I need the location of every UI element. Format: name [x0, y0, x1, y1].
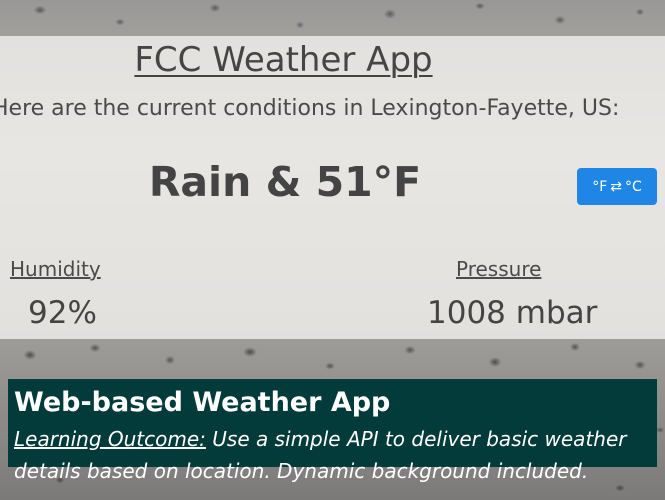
pressure-label: Pressure: [456, 257, 542, 281]
unit-from-label: °F: [592, 178, 608, 195]
current-conditions: Rain & 51°F: [148, 158, 422, 206]
learning-outcome-label: Learning Outcome:: [14, 427, 206, 451]
pressure-value: 1008 mbar: [427, 295, 598, 331]
project-info-box: Web-based Weather App Learning Outcome: …: [8, 379, 657, 483]
project-heading: Web-based Weather App: [14, 387, 391, 418]
humidity-value: 92%: [28, 295, 97, 331]
unit-to-label: °C: [625, 178, 642, 195]
project-description: Learning Outcome: Use a simple API to de…: [14, 423, 651, 487]
location-subtitle: Here are the current conditions in Lexin…: [0, 96, 620, 121]
app-title: FCC Weather App: [134, 40, 433, 80]
unit-toggle-button[interactable]: °F ⇄ °C: [577, 168, 657, 205]
humidity-label: Humidity: [10, 257, 101, 281]
swap-arrows-icon: ⇄: [610, 178, 622, 195]
